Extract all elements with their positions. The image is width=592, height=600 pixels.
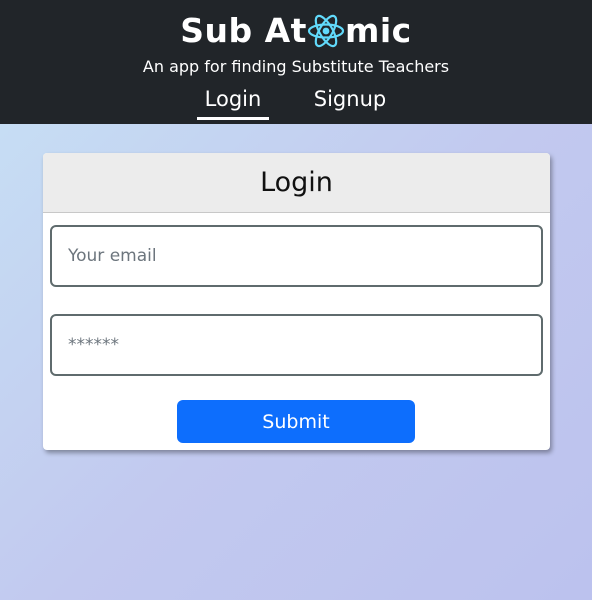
email-input[interactable] (50, 225, 543, 287)
password-input[interactable] (50, 314, 543, 376)
nav-login-link[interactable]: Login (197, 84, 269, 120)
login-card-title: Login (43, 153, 550, 213)
main-nav: Login Signup (0, 84, 592, 124)
submit-button[interactable]: Submit (177, 400, 415, 443)
app-header: Sub At mic An app for finding Substitute… (0, 0, 592, 124)
brand-text-end: mic (344, 11, 412, 50)
tagline: An app for finding Substitute Teachers (142, 57, 450, 76)
login-card: Login Submit (43, 153, 550, 450)
brand-text-start: Sub At (180, 11, 307, 50)
brand-title: Sub At mic (0, 8, 592, 54)
nav-signup-link[interactable]: Signup (306, 84, 394, 120)
react-atom-icon (306, 11, 346, 51)
